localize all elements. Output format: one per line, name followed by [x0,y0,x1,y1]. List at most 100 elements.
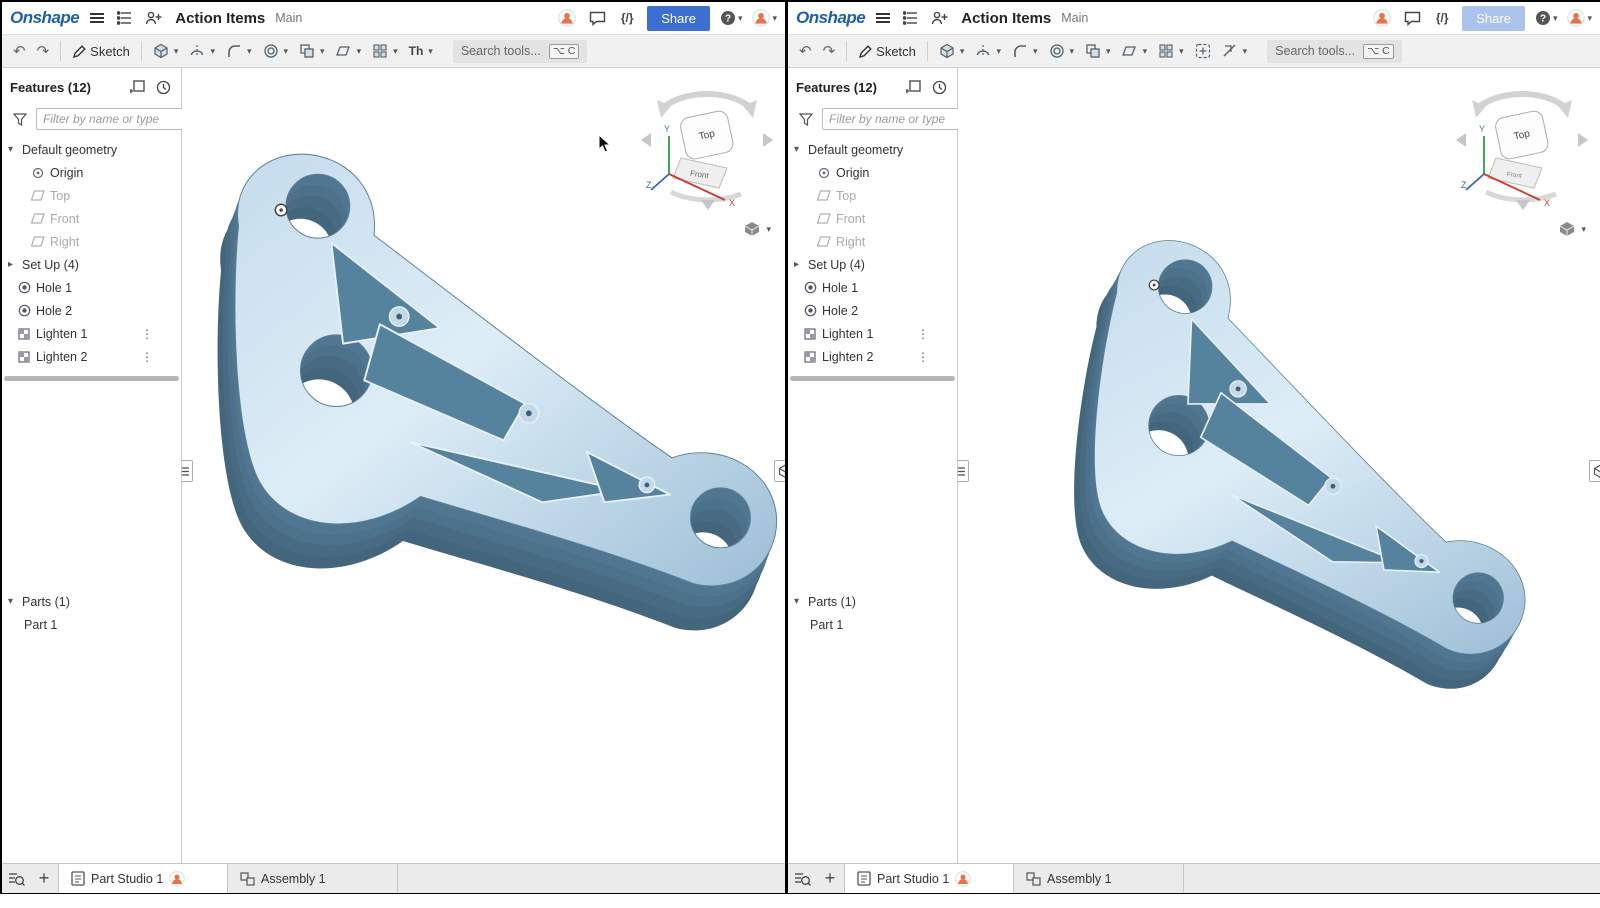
feature-lighten-2[interactable]: Lighten 2 ⋮ [2,345,181,368]
plane-tool-button[interactable]: ▾ [331,40,367,62]
undo-button[interactable]: ↶ [794,39,817,63]
feature-top-plane[interactable]: Top [2,184,181,207]
feature-front-plane[interactable]: Front [2,207,181,230]
tab-assembly[interactable]: Assembly 1 [1014,864,1184,893]
new-tab-button[interactable]: + [820,867,840,891]
chevron-down-icon[interactable]: ▾ [794,596,808,607]
featurescript-icon[interactable]: {/} [617,6,637,30]
shell-tool-button[interactable]: ▾ [258,40,294,62]
tab-manager-icon[interactable] [792,867,812,891]
part-model[interactable] [1024,215,1588,714]
follower-avatar[interactable] [1372,6,1392,30]
undo-button[interactable]: ↶ [8,39,31,63]
view-options-cube-icon[interactable]: ▾ [743,220,771,238]
comments-icon[interactable] [587,6,607,30]
part-list-item[interactable]: Part 1 [788,613,957,636]
suppress-toggle-icon[interactable]: ⋮ [141,327,153,341]
parts-panel-toggle-button[interactable] [1589,460,1600,482]
sketch-button[interactable]: Sketch [67,41,135,62]
rollback-history-icon[interactable] [153,75,173,99]
feature-lighten-1[interactable]: Lighten 1 ⋮ [788,322,957,345]
feature-list-toggle-button[interactable] [182,460,193,482]
part-model[interactable] [194,140,785,647]
insert-feature-icon[interactable] [127,75,147,99]
suppress-toggle-icon[interactable]: ⋮ [141,350,153,364]
section-view-button[interactable]: ▾ [1217,40,1253,62]
account-avatar[interactable]: ▾ [1567,6,1592,30]
feature-default-geometry[interactable]: ▾ Default geometry [2,138,181,161]
insert-feature-icon[interactable] [903,75,923,99]
view-cube[interactable]: Front Top Y Z X [1452,76,1592,216]
redo-button[interactable]: ↷ [32,39,55,63]
parts-group[interactable]: ▾ Parts (1) [2,590,181,613]
chevron-down-icon[interactable]: ▾ [8,144,22,155]
comments-icon[interactable] [1402,6,1422,30]
search-tools-input[interactable]: Search tools... ⌥ C [453,40,588,63]
feature-hole-1[interactable]: Hole 1 [788,276,957,299]
workspace-name[interactable]: Main [1061,11,1088,25]
feature-set-up-group[interactable]: ▸ Set Up (4) [788,253,957,276]
onshape-logo[interactable]: Onshape [796,8,865,28]
document-title[interactable]: Action Items [961,10,1051,27]
onshape-logo[interactable]: Onshape [10,8,79,28]
revolve-tool-button[interactable]: ▾ [970,40,1006,62]
cube-top-face[interactable]: Top [679,109,735,160]
parts-group[interactable]: ▾ Parts (1) [788,590,957,613]
feature-front-plane[interactable]: Front [788,207,957,230]
part-list-item[interactable]: Part 1 [2,613,181,636]
view-options-cube-icon[interactable]: ▾ [1558,220,1586,238]
boolean-tool-button[interactable]: ▾ [1080,40,1116,62]
revolve-tool-button[interactable]: ▾ [184,40,220,62]
search-tools-input[interactable]: Search tools... ⌥ C [1267,40,1402,63]
extrude-tool-button[interactable]: ▾ [934,40,970,62]
fillet-tool-button[interactable]: ▾ [1007,40,1043,62]
chevron-down-icon[interactable]: ▾ [794,144,808,155]
sketch-button[interactable]: Sketch [853,41,921,62]
chevron-right-icon[interactable]: ▸ [794,259,808,270]
feature-top-plane[interactable]: Top [788,184,957,207]
invite-users-icon[interactable] [929,6,949,30]
suppress-toggle-icon[interactable]: ⋮ [917,350,929,364]
feature-list-toggle-button[interactable] [958,460,969,482]
cube-front-face[interactable]: Front [673,158,727,188]
account-avatar[interactable]: ▾ [752,6,777,30]
plane-tool-button[interactable]: ▾ [1117,40,1153,62]
graphics-viewport[interactable]: Front Top Y Z X ▾ [182,68,785,863]
cube-top-face[interactable]: Top [1494,109,1550,160]
shell-tool-button[interactable]: ▾ [1044,40,1080,62]
named-views-button[interactable] [1190,40,1216,62]
workspace-name[interactable]: Main [275,11,302,25]
chevron-down-icon[interactable]: ▾ [8,596,22,607]
view-cube[interactable]: Front Top Y Z X [637,76,777,216]
featurescript-icon[interactable]: {/} [1432,6,1452,30]
horizontal-scrollbar[interactable] [790,376,955,381]
tab-part-studio[interactable]: Part Studio 1 [844,864,1014,893]
feature-hole-2[interactable]: Hole 2 [2,299,181,322]
chevron-right-icon[interactable]: ▸ [8,259,22,270]
help-icon[interactable]: ? ▾ [1535,6,1558,30]
hamburger-menu-icon[interactable] [873,6,893,30]
invite-users-icon[interactable] [143,6,163,30]
feature-hole-2[interactable]: Hole 2 [788,299,957,322]
suppress-toggle-icon[interactable]: ⋮ [917,327,929,341]
tab-part-studio[interactable]: Part Studio 1 [58,864,228,893]
follower-avatar[interactable] [557,6,577,30]
feature-lighten-1[interactable]: Lighten 1 ⋮ [2,322,181,345]
tab-manager-icon[interactable] [6,867,26,891]
feature-origin[interactable]: Origin [2,161,181,184]
versions-icon[interactable] [115,6,135,30]
thicken-tool-button[interactable]: Th ▾ [404,41,438,61]
hamburger-menu-icon[interactable] [87,6,107,30]
tab-assembly[interactable]: Assembly 1 [228,864,398,893]
feature-origin[interactable]: Origin [788,161,957,184]
pattern-tool-button[interactable]: ▾ [367,40,403,62]
versions-icon[interactable] [901,6,921,30]
graphics-viewport[interactable]: Front Top Y Z X ▾ [958,68,1600,863]
rollback-history-icon[interactable] [929,75,949,99]
extrude-tool-button[interactable]: ▾ [148,40,184,62]
filter-funnel-icon[interactable] [10,107,30,131]
help-icon[interactable]: ? ▾ [720,6,743,30]
pattern-tool-button[interactable]: ▾ [1153,40,1189,62]
redo-button[interactable]: ↷ [818,39,841,63]
feature-default-geometry[interactable]: ▾ Default geometry [788,138,957,161]
